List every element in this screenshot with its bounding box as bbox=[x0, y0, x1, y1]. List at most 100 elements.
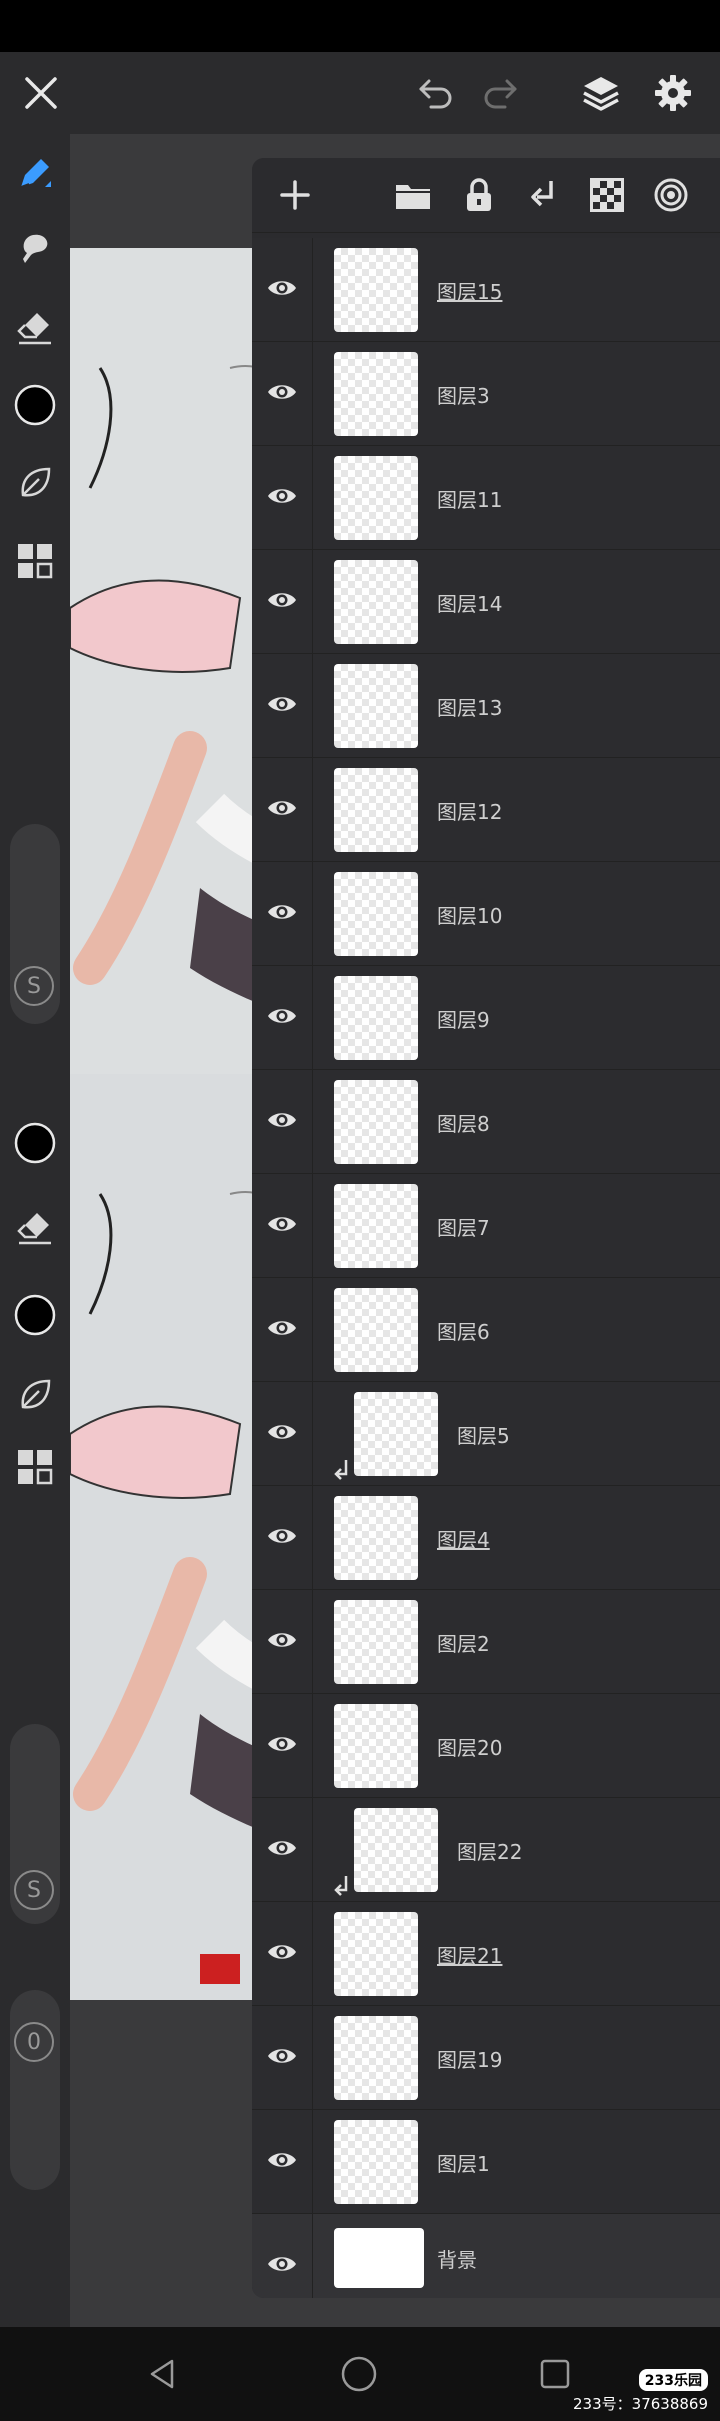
eye-icon[interactable] bbox=[262, 372, 302, 412]
home-icon[interactable] bbox=[334, 2349, 384, 2399]
layer-row[interactable]: 图层9 bbox=[252, 966, 720, 1071]
layer-row[interactable]: 图层19 bbox=[252, 2006, 720, 2111]
layer-row[interactable]: 图层1 bbox=[252, 2110, 720, 2215]
layer-row[interactable]: 图层21 bbox=[252, 1902, 720, 2007]
leaf-icon[interactable] bbox=[8, 1368, 62, 1422]
layer-thumbnail bbox=[334, 352, 418, 436]
system-nav-bar: 233乐园 233号：37638869 bbox=[0, 2327, 720, 2421]
grid-icon[interactable] bbox=[8, 1440, 62, 1494]
layer-thumbnail bbox=[334, 248, 418, 332]
eye-icon[interactable] bbox=[262, 1932, 302, 1972]
eye-icon[interactable] bbox=[262, 1308, 302, 1348]
layer-name: 图层3 bbox=[437, 384, 490, 408]
eye-icon[interactable] bbox=[262, 788, 302, 828]
row-divider bbox=[312, 1070, 313, 1173]
layer-row[interactable]: 图层14 bbox=[252, 550, 720, 655]
lock-icon[interactable] bbox=[456, 172, 502, 218]
size-badge: S bbox=[14, 966, 54, 1006]
layer-row[interactable]: 图层10 bbox=[252, 862, 720, 967]
layer-row[interactable]: 图层4 bbox=[252, 1486, 720, 1591]
row-divider bbox=[312, 238, 313, 341]
blend-mode-icon[interactable] bbox=[648, 172, 694, 218]
layer-row[interactable]: 图层5 bbox=[252, 1382, 720, 1487]
layer-name: 图层10 bbox=[437, 904, 503, 928]
layer-thumbnail bbox=[334, 1184, 418, 1268]
layer-row[interactable]: 图层6 bbox=[252, 1278, 720, 1383]
eye-icon[interactable] bbox=[262, 268, 302, 308]
eye-icon[interactable] bbox=[262, 1204, 302, 1244]
clipping-mask-icon bbox=[332, 1458, 352, 1482]
eye-icon[interactable] bbox=[262, 1516, 302, 1556]
eye-icon[interactable] bbox=[262, 1100, 302, 1140]
layer-thumbnail bbox=[334, 1496, 418, 1580]
layer-row[interactable]: 背景 bbox=[252, 2214, 720, 2298]
row-divider bbox=[312, 1486, 313, 1589]
merge-down-icon[interactable] bbox=[520, 172, 566, 218]
opacity-badge: 0 bbox=[14, 2022, 54, 2062]
layer-name: 图层12 bbox=[437, 800, 503, 824]
layer-thumbnail bbox=[334, 664, 418, 748]
opacity-slider[interactable] bbox=[10, 1990, 60, 2190]
eye-icon[interactable] bbox=[262, 1828, 302, 1868]
layer-row[interactable]: 图层11 bbox=[252, 446, 720, 551]
row-divider bbox=[312, 1798, 313, 1901]
row-divider bbox=[312, 2006, 313, 2109]
row-divider bbox=[312, 1278, 313, 1381]
folder-icon[interactable] bbox=[390, 172, 436, 218]
layer-row[interactable]: 图层7 bbox=[252, 1174, 720, 1279]
layer-name: 图层2 bbox=[437, 1632, 490, 1656]
layer-name: 图层1 bbox=[437, 2152, 490, 2176]
eye-icon[interactable] bbox=[262, 1620, 302, 1660]
eye-icon[interactable] bbox=[262, 996, 302, 1036]
layer-row[interactable]: 图层13 bbox=[252, 654, 720, 759]
pen-tool-icon[interactable] bbox=[8, 146, 62, 200]
layer-thumbnail bbox=[334, 1080, 418, 1164]
eye-icon[interactable] bbox=[262, 1412, 302, 1452]
color-swatch-icon[interactable] bbox=[8, 1288, 62, 1342]
layer-row[interactable]: 图层8 bbox=[252, 1070, 720, 1175]
layer-row[interactable]: 图层22 bbox=[252, 1798, 720, 1903]
layer-name: 图层7 bbox=[437, 1216, 490, 1240]
row-divider bbox=[312, 342, 313, 445]
layers-icon[interactable] bbox=[574, 66, 628, 120]
row-divider bbox=[312, 1382, 313, 1485]
eye-icon[interactable] bbox=[262, 580, 302, 620]
eye-icon[interactable] bbox=[262, 892, 302, 932]
checkerboard-icon[interactable] bbox=[584, 172, 630, 218]
color-swatch-icon[interactable] bbox=[8, 1116, 62, 1170]
layers-panel: 图层15 图层3 图层11 图层14 图层13 图层12 图层10 图层9 图层8 图层7 图层6 图… bbox=[252, 158, 720, 2298]
layer-name: 图层22 bbox=[457, 1840, 523, 1864]
row-divider bbox=[312, 446, 313, 549]
eye-icon[interactable] bbox=[262, 684, 302, 724]
layer-row[interactable]: 图层2 bbox=[252, 1590, 720, 1695]
undo-icon[interactable] bbox=[408, 66, 462, 120]
eraser-icon[interactable] bbox=[8, 300, 62, 354]
row-divider bbox=[312, 654, 313, 757]
redo-icon[interactable] bbox=[474, 66, 528, 120]
grid-icon[interactable] bbox=[8, 534, 62, 588]
layer-row[interactable]: 图层20 bbox=[252, 1694, 720, 1799]
layer-row[interactable]: 图层12 bbox=[252, 758, 720, 863]
layer-row[interactable]: 图层3 bbox=[252, 342, 720, 447]
eye-icon[interactable] bbox=[262, 476, 302, 516]
smudge-icon[interactable] bbox=[8, 222, 62, 276]
row-divider bbox=[312, 1174, 313, 1277]
eye-icon[interactable] bbox=[262, 1724, 302, 1764]
close-icon[interactable] bbox=[14, 66, 68, 120]
back-icon[interactable] bbox=[138, 2349, 188, 2399]
color-swatch-icon[interactable] bbox=[8, 378, 62, 432]
eye-icon[interactable] bbox=[262, 2036, 302, 2076]
layer-name: 图层21 bbox=[437, 1944, 503, 1968]
layer-name: 图层6 bbox=[437, 1320, 490, 1344]
eye-icon[interactable] bbox=[262, 2244, 302, 2284]
leaf-icon[interactable] bbox=[8, 456, 62, 510]
layer-thumbnail bbox=[334, 1704, 418, 1788]
layer-name: 背景 bbox=[437, 2248, 477, 2272]
top-toolbar bbox=[0, 52, 720, 134]
layer-row[interactable]: 图层15 bbox=[252, 238, 720, 343]
eraser-icon[interactable] bbox=[8, 1200, 62, 1254]
add-layer-icon[interactable] bbox=[272, 172, 318, 218]
settings-icon[interactable] bbox=[646, 66, 700, 120]
eye-icon[interactable] bbox=[262, 2140, 302, 2180]
row-divider bbox=[312, 758, 313, 861]
